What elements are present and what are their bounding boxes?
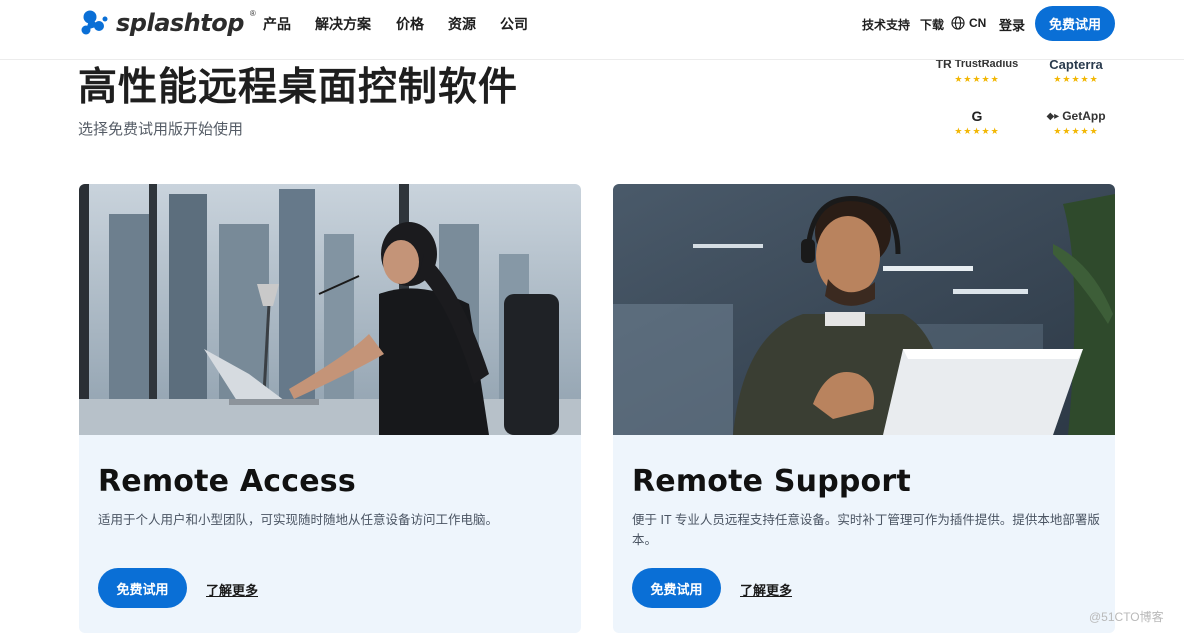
remote-support-trial-button[interactable]: 免费试用 xyxy=(632,568,721,608)
registered-mark: ® xyxy=(249,8,256,18)
remote-support-card: Remote Support 便于 IT 专业人员远程支持任意设备。实时补丁管理… xyxy=(613,184,1115,633)
rating-stars: ★★★★★ xyxy=(1053,74,1099,84)
card-description: 适用于个人用户和小型团队，可实现随时随地从任意设备访问工作电脑。 xyxy=(98,513,499,527)
getapp-label: GetApp xyxy=(1062,109,1106,123)
remote-access-learn-more-link[interactable]: 了解更多 xyxy=(206,580,258,599)
watermark: @51CTO博客 xyxy=(1089,610,1164,624)
rating-stars: ★★★★★ xyxy=(954,126,1000,136)
remote-support-learn-more-link[interactable]: 了解更多 xyxy=(740,580,792,599)
rating-stars: ★★★★★ xyxy=(954,74,1000,84)
language-selector[interactable]: CN xyxy=(951,16,986,30)
remote-access-image xyxy=(79,184,581,435)
site-header: splashtop ® 产品 解决方案 价格 资源 公司 技术支持 下载 CN … xyxy=(0,0,1184,60)
remote-support-image xyxy=(613,184,1115,435)
rating-stars: ★★★★★ xyxy=(1053,126,1099,136)
nav-item-products[interactable]: 产品 xyxy=(263,14,291,34)
getapp-icon: ◆▸ xyxy=(1046,110,1060,122)
card-title: Remote Access xyxy=(98,464,356,499)
nav-item-resources[interactable]: 资源 xyxy=(448,14,476,34)
nav-item-company[interactable]: 公司 xyxy=(500,14,528,34)
rating-capterra[interactable]: Capterra ★★★★★ xyxy=(1031,57,1121,85)
main-nav: 产品 解决方案 价格 资源 公司 xyxy=(263,14,528,34)
download-link[interactable]: 下载 xyxy=(920,16,944,33)
rating-trustradius[interactable]: TR TrustRadius ★★★★★ xyxy=(932,57,1022,85)
page-title: 高性能远程桌面控制软件 xyxy=(78,66,519,109)
free-trial-button[interactable]: 免费试用 xyxy=(1035,6,1115,41)
nav-item-solutions[interactable]: 解决方案 xyxy=(315,14,371,34)
rating-getapp[interactable]: ◆▸ GetApp ★★★★★ xyxy=(1031,109,1121,137)
page-subtitle: 选择免费试用版开始使用 xyxy=(78,121,244,138)
card-title: Remote Support xyxy=(632,464,911,499)
login-link[interactable]: 登录 xyxy=(999,15,1025,34)
remote-access-trial-button[interactable]: 免费试用 xyxy=(98,568,187,608)
splashtop-logo-icon xyxy=(81,10,108,35)
remote-access-card: Remote Access 适用于个人用户和小型团队，可实现随时随地从任意设备访… xyxy=(79,184,581,633)
card-description: 便于 IT 专业人员远程支持任意设备。实时补丁管理可作为插件提供。提供本地部署版… xyxy=(632,513,1100,547)
rating-g2[interactable]: G ★★★★★ xyxy=(932,108,1022,137)
language-label: CN xyxy=(969,16,987,30)
globe-icon xyxy=(951,16,965,30)
splashtop-logo[interactable]: splashtop ® xyxy=(78,6,256,40)
g2-label: G xyxy=(971,108,983,124)
support-link[interactable]: 技术支持 xyxy=(862,16,910,33)
nav-item-pricing[interactable]: 价格 xyxy=(396,14,424,34)
brand-name: splashtop xyxy=(116,9,244,37)
